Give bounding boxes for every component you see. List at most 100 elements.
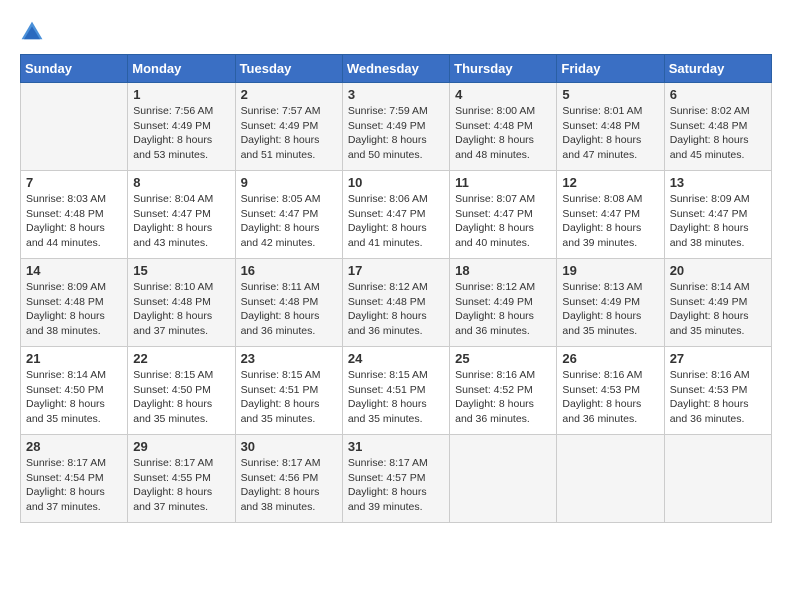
day-number-14: 14 xyxy=(26,263,122,278)
day-number-26: 26 xyxy=(562,351,658,366)
header-tuesday: Tuesday xyxy=(235,55,342,83)
header-sunday: Sunday xyxy=(21,55,128,83)
cell-3-6: 19 Sunrise: 8:13 AM Sunset: 4:49 PM Dayli… xyxy=(557,259,664,347)
cell-2-4: 10 Sunrise: 8:06 AM Sunset: 4:47 PM Dayli… xyxy=(342,171,449,259)
cell-info-25: Sunrise: 8:16 AM Sunset: 4:52 PM Dayligh… xyxy=(455,368,551,427)
day-number-15: 15 xyxy=(133,263,229,278)
calendar-header: SundayMondayTuesdayWednesdayThursdayFrid… xyxy=(21,55,772,83)
header-wednesday: Wednesday xyxy=(342,55,449,83)
cell-3-5: 18 Sunrise: 8:12 AM Sunset: 4:49 PM Dayli… xyxy=(450,259,557,347)
cell-info-5: Sunrise: 8:01 AM Sunset: 4:48 PM Dayligh… xyxy=(562,104,658,163)
cell-2-6: 12Sunrise: 8:08 AM Sunset: 4:47 PM Dayli… xyxy=(557,171,664,259)
cell-info-18: Sunrise: 8:12 AM Sunset: 4:49 PM Dayligh… xyxy=(455,280,551,339)
cell-info-24: Sunrise: 8:15 AM Sunset: 4:51 PM Dayligh… xyxy=(348,368,444,427)
logo xyxy=(20,20,48,44)
day-number-17: 17 xyxy=(348,263,444,278)
day-number-13: 13 xyxy=(670,175,766,190)
day-number-31: 31 xyxy=(348,439,444,454)
cell-info-22: Sunrise: 8:15 AM Sunset: 4:50 PM Dayligh… xyxy=(133,368,229,427)
day-number-10: 10 xyxy=(348,175,444,190)
cell-4-1: 21Sunrise: 8:14 AM Sunset: 4:50 PM Dayli… xyxy=(21,347,128,435)
header-friday: Friday xyxy=(557,55,664,83)
cell-4-5: 25 Sunrise: 8:16 AM Sunset: 4:52 PM Dayli… xyxy=(450,347,557,435)
logo-icon xyxy=(20,20,44,44)
cell-4-3: 23Sunrise: 8:15 AM Sunset: 4:51 PM Dayli… xyxy=(235,347,342,435)
day-number-23: 23 xyxy=(241,351,337,366)
cell-5-7 xyxy=(664,435,771,523)
cell-info-11: Sunrise: 8:07 AM Sunset: 4:47 PM Dayligh… xyxy=(455,192,551,251)
day-number-30: 30 xyxy=(241,439,337,454)
day-number-22: 22 xyxy=(133,351,229,366)
cell-4-7: 27 Sunrise: 8:16 AM Sunset: 4:53 PM Dayli… xyxy=(664,347,771,435)
cell-3-7: 20 Sunrise: 8:14 AM Sunset: 4:49 PM Dayli… xyxy=(664,259,771,347)
day-number-2: 2 xyxy=(241,87,337,102)
cell-2-3: 9Sunrise: 8:05 AM Sunset: 4:47 PM Daylig… xyxy=(235,171,342,259)
cell-1-3: 2 Sunrise: 7:57 AM Sunset: 4:49 PM Daylig… xyxy=(235,83,342,171)
cell-info-30: Sunrise: 8:17 AM Sunset: 4:56 PM Dayligh… xyxy=(241,456,337,515)
cell-5-1: 28 Sunrise: 8:17 AM Sunset: 4:54 PM Dayli… xyxy=(21,435,128,523)
cell-info-31: Sunrise: 8:17 AM Sunset: 4:57 PM Dayligh… xyxy=(348,456,444,515)
cell-info-6: Sunrise: 8:02 AM Sunset: 4:48 PM Dayligh… xyxy=(670,104,766,163)
day-number-8: 8 xyxy=(133,175,229,190)
cell-4-6: 26Sunrise: 8:16 AM Sunset: 4:53 PM Dayli… xyxy=(557,347,664,435)
day-number-29: 29 xyxy=(133,439,229,454)
cell-5-3: 30 Sunrise: 8:17 AM Sunset: 4:56 PM Dayli… xyxy=(235,435,342,523)
cell-1-2: 1 Sunrise: 7:56 AM Sunset: 4:49 PM Daylig… xyxy=(128,83,235,171)
week-row-5: 28 Sunrise: 8:17 AM Sunset: 4:54 PM Dayli… xyxy=(21,435,772,523)
day-number-20: 20 xyxy=(670,263,766,278)
cell-4-2: 22 Sunrise: 8:15 AM Sunset: 4:50 PM Dayli… xyxy=(128,347,235,435)
cell-info-7: Sunrise: 8:03 AM Sunset: 4:48 PM Dayligh… xyxy=(26,192,122,251)
cell-info-14: Sunrise: 8:09 AM Sunset: 4:48 PM Dayligh… xyxy=(26,280,122,339)
cell-info-10: Sunrise: 8:06 AM Sunset: 4:47 PM Dayligh… xyxy=(348,192,444,251)
cell-info-17: Sunrise: 8:12 AM Sunset: 4:48 PM Dayligh… xyxy=(348,280,444,339)
day-number-18: 18 xyxy=(455,263,551,278)
week-row-3: 14 Sunrise: 8:09 AM Sunset: 4:48 PM Dayli… xyxy=(21,259,772,347)
day-number-1: 1 xyxy=(133,87,229,102)
cell-1-5: 4 Sunrise: 8:00 AM Sunset: 4:48 PM Daylig… xyxy=(450,83,557,171)
cell-info-1: Sunrise: 7:56 AM Sunset: 4:49 PM Dayligh… xyxy=(133,104,229,163)
day-number-27: 27 xyxy=(670,351,766,366)
calendar-body: 1 Sunrise: 7:56 AM Sunset: 4:49 PM Daylig… xyxy=(21,83,772,523)
cell-info-2: Sunrise: 7:57 AM Sunset: 4:49 PM Dayligh… xyxy=(241,104,337,163)
cell-info-13: Sunrise: 8:09 AM Sunset: 4:47 PM Dayligh… xyxy=(670,192,766,251)
week-row-1: 1 Sunrise: 7:56 AM Sunset: 4:49 PM Daylig… xyxy=(21,83,772,171)
cell-5-5 xyxy=(450,435,557,523)
day-number-24: 24 xyxy=(348,351,444,366)
cell-info-8: Sunrise: 8:04 AM Sunset: 4:47 PM Dayligh… xyxy=(133,192,229,251)
cell-info-27: Sunrise: 8:16 AM Sunset: 4:53 PM Dayligh… xyxy=(670,368,766,427)
day-number-25: 25 xyxy=(455,351,551,366)
cell-2-2: 8 Sunrise: 8:04 AM Sunset: 4:47 PM Daylig… xyxy=(128,171,235,259)
cell-1-6: 5Sunrise: 8:01 AM Sunset: 4:48 PM Daylig… xyxy=(557,83,664,171)
day-number-19: 19 xyxy=(562,263,658,278)
page-header xyxy=(20,20,772,44)
day-number-6: 6 xyxy=(670,87,766,102)
cell-1-1 xyxy=(21,83,128,171)
calendar-table: SundayMondayTuesdayWednesdayThursdayFrid… xyxy=(20,54,772,523)
cell-5-4: 31 Sunrise: 8:17 AM Sunset: 4:57 PM Dayli… xyxy=(342,435,449,523)
day-number-16: 16 xyxy=(241,263,337,278)
cell-info-28: Sunrise: 8:17 AM Sunset: 4:54 PM Dayligh… xyxy=(26,456,122,515)
cell-5-6 xyxy=(557,435,664,523)
cell-info-12: Sunrise: 8:08 AM Sunset: 4:47 PM Dayligh… xyxy=(562,192,658,251)
cell-info-16: Sunrise: 8:11 AM Sunset: 4:48 PM Dayligh… xyxy=(241,280,337,339)
day-number-4: 4 xyxy=(455,87,551,102)
cell-3-1: 14 Sunrise: 8:09 AM Sunset: 4:48 PM Dayli… xyxy=(21,259,128,347)
cell-info-4: Sunrise: 8:00 AM Sunset: 4:48 PM Dayligh… xyxy=(455,104,551,163)
day-number-11: 11 xyxy=(455,175,551,190)
cell-info-21: Sunrise: 8:14 AM Sunset: 4:50 PM Dayligh… xyxy=(26,368,122,427)
day-number-28: 28 xyxy=(26,439,122,454)
cell-2-1: 7 Sunrise: 8:03 AM Sunset: 4:48 PM Daylig… xyxy=(21,171,128,259)
cell-info-3: Sunrise: 7:59 AM Sunset: 4:49 PM Dayligh… xyxy=(348,104,444,163)
cell-1-4: 3Sunrise: 7:59 AM Sunset: 4:49 PM Daylig… xyxy=(342,83,449,171)
cell-info-19: Sunrise: 8:13 AM Sunset: 4:49 PM Dayligh… xyxy=(562,280,658,339)
cell-info-20: Sunrise: 8:14 AM Sunset: 4:49 PM Dayligh… xyxy=(670,280,766,339)
week-row-4: 21Sunrise: 8:14 AM Sunset: 4:50 PM Dayli… xyxy=(21,347,772,435)
day-number-7: 7 xyxy=(26,175,122,190)
header-monday: Monday xyxy=(128,55,235,83)
cell-5-2: 29Sunrise: 8:17 AM Sunset: 4:55 PM Dayli… xyxy=(128,435,235,523)
cell-3-3: 16 Sunrise: 8:11 AM Sunset: 4:48 PM Dayli… xyxy=(235,259,342,347)
cell-2-7: 13 Sunrise: 8:09 AM Sunset: 4:47 PM Dayli… xyxy=(664,171,771,259)
cell-3-4: 17 Sunrise: 8:12 AM Sunset: 4:48 PM Dayli… xyxy=(342,259,449,347)
header-saturday: Saturday xyxy=(664,55,771,83)
cell-2-5: 11 Sunrise: 8:07 AM Sunset: 4:47 PM Dayli… xyxy=(450,171,557,259)
